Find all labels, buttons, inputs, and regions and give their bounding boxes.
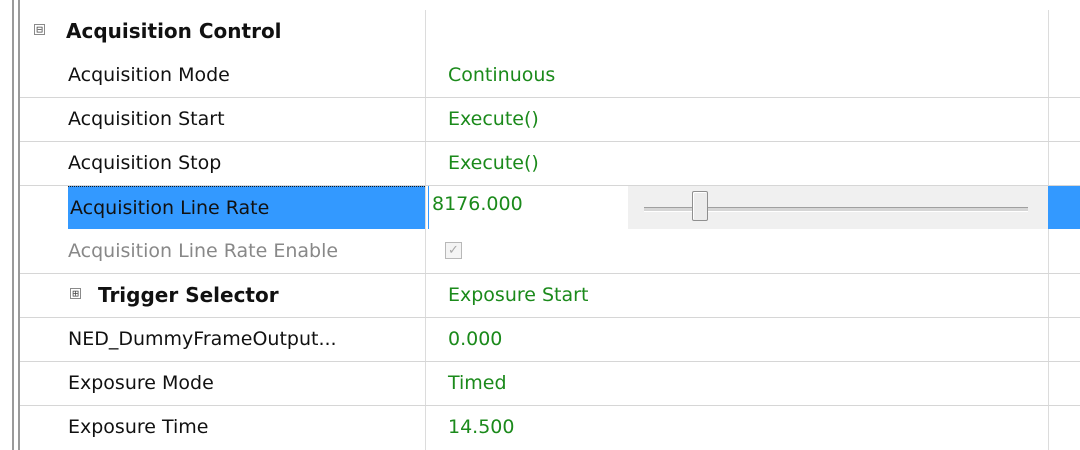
- property-grid: ⊟ Acquisition Control Acquisition Mode C…: [20, 10, 1080, 450]
- property-value[interactable]: Exposure Start: [448, 274, 588, 317]
- property-row-acquisition-line-rate[interactable]: Acquisition Line Rate 8176.000: [20, 186, 1080, 230]
- property-name: Trigger Selector: [98, 283, 279, 307]
- property-value[interactable]: 0.000: [448, 318, 502, 361]
- property-row-acquisition-stop[interactable]: Acquisition Stop Execute(): [20, 142, 1080, 186]
- property-name: Acquisition Mode: [68, 64, 230, 86]
- property-row-acquisition-start[interactable]: Acquisition Start Execute(): [20, 98, 1080, 142]
- category-row-acquisition-control[interactable]: ⊟ Acquisition Control: [20, 10, 1080, 54]
- property-row-acquisition-mode[interactable]: Acquisition Mode Continuous: [20, 54, 1080, 98]
- property-row-exposure-time[interactable]: Exposure Time 14.500: [20, 406, 1080, 450]
- property-row-ned-dummyframeoutput[interactable]: NED_DummyFrameOutput... 0.000: [20, 318, 1080, 362]
- selection-accent: [1048, 186, 1080, 229]
- selected-row-highlight[interactable]: Acquisition Line Rate: [68, 186, 425, 229]
- property-name: Acquisition Line Rate: [70, 197, 270, 219]
- grid-left-border: [12, 0, 20, 450]
- property-name: Exposure Mode: [68, 372, 214, 394]
- property-value[interactable]: Continuous: [448, 54, 555, 97]
- line-rate-input[interactable]: 8176.000: [428, 186, 628, 229]
- property-value[interactable]: Timed: [448, 362, 507, 405]
- collapse-icon[interactable]: ⊟: [34, 24, 45, 35]
- property-name: Exposure Time: [68, 416, 209, 438]
- property-name: Acquisition Line Rate Enable: [68, 240, 339, 262]
- property-name: Acquisition Start: [68, 108, 225, 130]
- property-row-acquisition-line-rate-enable[interactable]: Acquisition Line Rate Enable ✓: [20, 230, 1080, 274]
- line-rate-slider[interactable]: [628, 186, 1048, 229]
- line-rate-enable-checkbox[interactable]: ✓: [445, 242, 462, 259]
- property-row-exposure-mode[interactable]: Exposure Mode Timed: [20, 362, 1080, 406]
- execute-command-button[interactable]: Execute(): [448, 142, 539, 185]
- category-title: Acquisition Control: [66, 19, 282, 43]
- slider-thumb[interactable]: [691, 191, 708, 221]
- line-rate-value[interactable]: 8176.000: [432, 186, 523, 222]
- expand-icon[interactable]: ⊞: [70, 288, 81, 299]
- execute-command-button[interactable]: Execute(): [448, 98, 539, 141]
- property-name: Acquisition Stop: [68, 152, 222, 174]
- property-row-trigger-selector[interactable]: ⊞ Trigger Selector Exposure Start: [20, 274, 1080, 318]
- property-name: NED_DummyFrameOutput...: [68, 328, 337, 350]
- property-value[interactable]: 14.500: [448, 406, 514, 449]
